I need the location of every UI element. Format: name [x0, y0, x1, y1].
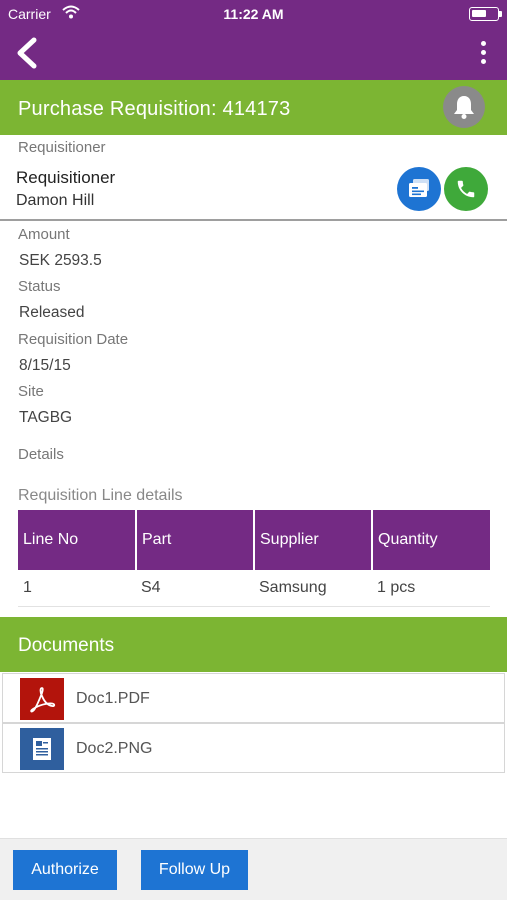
image-file-icon [20, 728, 64, 770]
site-value: TAGBG [19, 409, 73, 426]
documents-header: Documents [0, 617, 507, 672]
battery-icon [469, 7, 499, 21]
documents-title: Documents [18, 635, 115, 656]
action-footer: Authorize Follow Up [0, 838, 507, 900]
more-dot-icon [480, 59, 486, 64]
more-dot-icon [480, 50, 486, 55]
notification-button[interactable] [443, 86, 485, 128]
status-value: Released [19, 304, 85, 321]
page-title: Purchase Requisition: 414173 [18, 98, 291, 120]
details-label: Details [18, 446, 64, 463]
requisitioner-name: Damon Hill [16, 192, 95, 209]
cell-quantity: 1 pcs [372, 570, 490, 607]
contact-card-button[interactable] [397, 167, 441, 211]
status-bar: Carrier 11:22 AM [0, 0, 507, 28]
call-button[interactable] [444, 167, 488, 211]
cell-part: S4 [136, 570, 254, 607]
bell-icon [454, 96, 474, 119]
document-name: Doc1.PDF [76, 690, 150, 707]
requisition-date-value: 8/15/15 [19, 357, 71, 374]
status-label: Status [18, 278, 61, 295]
contact-card-icon [409, 179, 429, 197]
line-details-table: Line No Part Supplier Quantity 1 S4 Sams… [18, 510, 490, 607]
clock: 11:22 AM [223, 6, 284, 22]
document-item[interactable]: Doc1.PDF [2, 673, 505, 723]
amount-value: SEK 2593.5 [19, 252, 102, 269]
requisitioner-section-label: Requisitioner [18, 139, 106, 156]
requisitioner-heading: Requisitioner [16, 168, 116, 187]
document-item[interactable]: Doc2.PNG [2, 723, 505, 773]
column-header-line-no: Line No [18, 510, 137, 570]
pdf-icon [20, 678, 64, 720]
cell-supplier: Samsung [254, 570, 372, 607]
table-header-row: Line No Part Supplier Quantity [18, 510, 490, 570]
site-label: Site [18, 383, 44, 400]
battery-tip [499, 11, 502, 17]
authorize-button[interactable]: Authorize [13, 850, 117, 890]
nav-bar [0, 28, 507, 80]
column-header-quantity: Quantity [372, 510, 490, 570]
cell-line-no: 1 [18, 570, 136, 607]
requisition-date-label: Requisition Date [18, 331, 129, 348]
title-bar: Purchase Requisition: 414173 [0, 80, 507, 135]
follow-up-button[interactable]: Follow Up [141, 850, 248, 890]
column-header-part: Part [136, 510, 255, 570]
phone-icon [457, 180, 475, 198]
more-options-button[interactable] [473, 38, 493, 70]
document-name: Doc2.PNG [76, 740, 153, 757]
section-divider [0, 219, 507, 221]
back-button[interactable] [12, 36, 42, 70]
more-dot-icon [480, 41, 486, 46]
amount-label: Amount [18, 226, 70, 243]
line-details-label: Requisition Line details [18, 487, 183, 504]
chevron-left-icon [17, 37, 37, 69]
table-row[interactable]: 1 S4 Samsung 1 pcs [18, 570, 490, 607]
column-header-supplier: Supplier [254, 510, 373, 570]
